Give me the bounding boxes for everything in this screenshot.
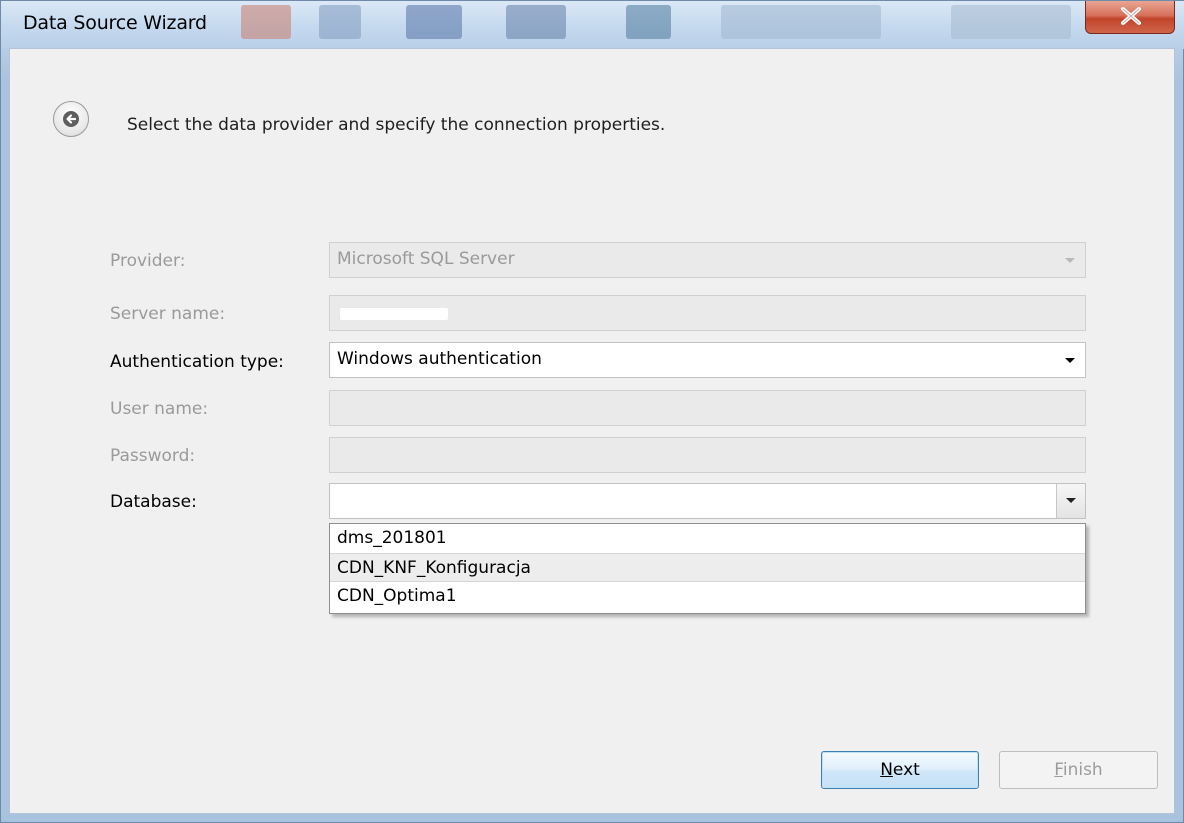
chevron-down-icon[interactable]: [1065, 358, 1075, 363]
back-arrow-icon: [63, 111, 79, 127]
finish-button[interactable]: Finish: [999, 751, 1158, 789]
server-name-field: [329, 295, 1086, 331]
provider-value: Microsoft SQL Server: [337, 249, 515, 269]
close-button[interactable]: [1085, 1, 1175, 34]
database-select[interactable]: [329, 483, 1086, 519]
database-label: Database:: [110, 492, 197, 512]
background-blur: [626, 5, 671, 39]
wizard-instruction: Select the data provider and specify the…: [127, 115, 666, 135]
background-blur: [319, 5, 361, 39]
user-name-field: [329, 390, 1086, 426]
provider-label: Provider:: [110, 251, 186, 271]
user-name-label: User name:: [110, 399, 209, 419]
authentication-type-value: Windows authentication: [337, 349, 542, 369]
list-item[interactable]: dms_201801: [330, 524, 1085, 553]
background-blur: [241, 5, 291, 39]
chevron-down-icon: [1066, 498, 1076, 503]
titlebar[interactable]: Data Source Wizard: [1, 1, 1184, 49]
list-item[interactable]: CDN_KNF_Konfiguracja: [330, 553, 1085, 582]
server-name-label: Server name:: [110, 304, 226, 324]
database-dropdown-list[interactable]: dms_201801 CDN_KNF_Konfiguracja CDN_Opti…: [329, 523, 1086, 614]
chevron-down-icon: [1065, 258, 1075, 263]
finish-mnemonic: F: [1054, 760, 1063, 780]
background-blur: [406, 5, 462, 39]
background-blur: [951, 5, 1071, 39]
database-dropdown-button[interactable]: [1056, 484, 1085, 518]
next-mnemonic: N: [880, 760, 893, 780]
finish-label-rest: inish: [1062, 760, 1103, 780]
password-field: [329, 437, 1086, 473]
close-icon: [1121, 7, 1141, 25]
list-item[interactable]: CDN_Optima1: [330, 582, 1085, 611]
provider-select: Microsoft SQL Server: [329, 242, 1086, 278]
data-source-wizard-window: Data Source Wizard Select the data provi…: [0, 0, 1184, 823]
wizard-client-area: Select the data provider and specify the…: [9, 48, 1175, 814]
authentication-type-label: Authentication type:: [110, 352, 284, 372]
next-label-rest: ext: [892, 760, 920, 780]
back-button[interactable]: [53, 101, 89, 137]
window-title: Data Source Wizard: [23, 12, 207, 34]
background-blur: [506, 5, 566, 39]
authentication-type-select[interactable]: Windows authentication: [329, 342, 1086, 378]
password-label: Password:: [110, 446, 196, 466]
background-blur: [721, 5, 881, 39]
next-button[interactable]: Next: [821, 751, 979, 789]
redacted-server-name: [340, 308, 448, 320]
